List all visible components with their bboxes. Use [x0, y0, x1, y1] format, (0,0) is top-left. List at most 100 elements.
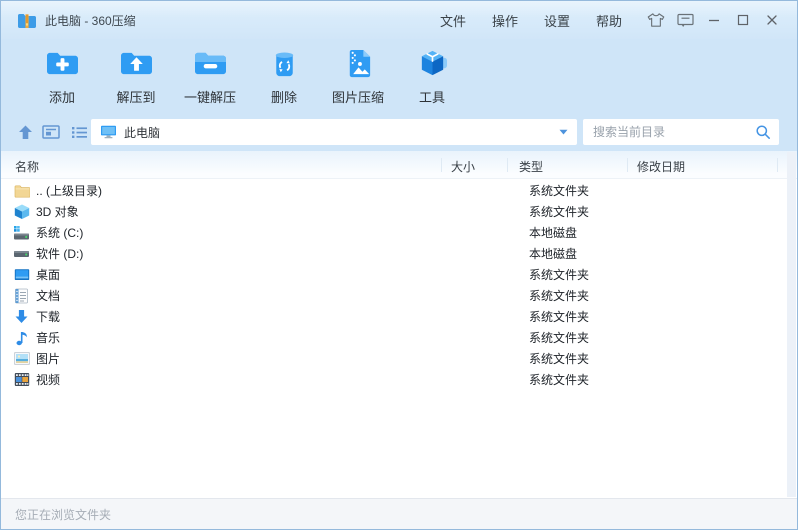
cell-type: 系统文件夹 — [529, 331, 590, 345]
table-row[interactable]: 视频 系统文件夹 — [1, 369, 785, 390]
cell-name: 系统 (C:) — [36, 226, 84, 240]
cell-type: 本地磁盘 — [529, 226, 578, 240]
cell-type: 系统文件夹 — [529, 289, 590, 303]
search-input[interactable] — [591, 124, 755, 140]
cell-type: 系统文件夹 — [529, 268, 590, 282]
search-icon — [755, 124, 771, 140]
menu-file[interactable]: 文件 — [427, 11, 479, 30]
column-separator — [507, 158, 508, 172]
cell-name: 图片 — [36, 352, 61, 366]
cell-name: 3D 对象 — [36, 205, 79, 219]
documents-icon — [13, 288, 30, 304]
extract-to-icon — [118, 47, 155, 79]
nav-list-view-button[interactable] — [67, 113, 91, 151]
cell-name: 音乐 — [36, 331, 61, 345]
cell-type: 系统文件夹 — [529, 205, 590, 219]
cell-type: 系统文件夹 — [529, 184, 590, 198]
table-row[interactable]: 3D 对象 系统文件夹 — [1, 201, 785, 222]
status-text: 您正在浏览文件夹 — [15, 507, 112, 522]
column-header-size[interactable]: 大小 — [451, 158, 475, 175]
system-drive-icon — [13, 225, 30, 241]
cell-type: 系统文件夹 — [529, 352, 590, 366]
nav-panel-view-button[interactable] — [39, 113, 63, 151]
close-button[interactable] — [763, 11, 781, 29]
app-window: 此电脑 - 360压缩 文件 操作 设置 帮助 添加 解压到 一键解压 删除 图片压缩 工具 此… — [0, 0, 798, 530]
cell-name: 桌面 — [36, 268, 61, 282]
column-separator — [777, 158, 778, 172]
toolbar: 添加 解压到 一键解压 删除 图片压缩 工具 — [1, 39, 797, 113]
chevron-down-icon — [559, 129, 568, 135]
menu-action[interactable]: 操作 — [479, 11, 531, 30]
tools-icon — [414, 47, 451, 79]
window-controls — [647, 11, 781, 29]
titlebar: 此电脑 - 360压缩 文件 操作 设置 帮助 — [1, 1, 797, 39]
cell-name: 视频 — [36, 373, 61, 387]
column-header-name[interactable]: 名称 — [15, 158, 39, 175]
toolbar-button-label: 图片压缩 — [331, 90, 384, 105]
app-icon — [17, 12, 37, 28]
address-dropdown-button[interactable] — [559, 129, 568, 135]
menubar: 文件 操作 设置 帮助 — [427, 11, 635, 30]
address-row: 此电脑 — [1, 113, 797, 151]
toolbar-tools-button[interactable]: 工具 — [395, 47, 469, 106]
downloads-icon — [13, 309, 30, 325]
folder-up-icon — [13, 183, 30, 199]
table-row[interactable]: 图片 系统文件夹 — [1, 348, 785, 369]
table-row[interactable]: 桌面 系统文件夹 — [1, 264, 785, 285]
nav-up-button[interactable] — [13, 113, 37, 151]
maximize-button[interactable] — [734, 11, 752, 29]
cell-name: 文档 — [36, 289, 61, 303]
table-row[interactable]: 下载 系统文件夹 — [1, 306, 785, 327]
local-drive-icon — [13, 246, 30, 262]
address-bar[interactable]: 此电脑 — [91, 119, 577, 145]
column-separator — [627, 158, 628, 172]
toolbar-add-button[interactable]: 添加 — [25, 47, 99, 106]
table-row[interactable]: 音乐 系统文件夹 — [1, 327, 785, 348]
file-list: .. (上级目录) 系统文件夹 3D 对象 系统文件夹 系统 (C:) 本地磁盘 软件 (D… — [1, 180, 785, 390]
column-header-date[interactable]: 修改日期 — [637, 158, 685, 175]
delete-icon — [266, 47, 303, 79]
status-bar: 您正在浏览文件夹 — [1, 498, 797, 529]
add-archive-icon — [44, 47, 81, 79]
table-row[interactable]: 软件 (D:) 本地磁盘 — [1, 243, 785, 264]
computer-icon — [100, 125, 117, 139]
toolbar-button-label: 工具 — [418, 90, 445, 105]
window-title: 此电脑 - 360压缩 — [45, 13, 136, 28]
column-separator — [441, 158, 442, 172]
toolbar-button-label: 解压到 — [116, 90, 156, 105]
pictures-icon — [13, 351, 30, 367]
cell-name: 软件 (D:) — [36, 247, 84, 261]
toolbar-button-label: 添加 — [48, 90, 75, 105]
search-box — [583, 119, 779, 145]
table-header: 名称 大小 类型 修改日期 — [1, 151, 797, 179]
feedback-button[interactable] — [676, 11, 694, 29]
skin-button[interactable] — [647, 11, 665, 29]
videos-icon — [13, 372, 30, 388]
toolbar-one-click-extract-button[interactable]: 一键解压 — [173, 47, 247, 106]
one-click-extract-icon — [192, 47, 229, 79]
toolbar-button-label: 删除 — [270, 90, 297, 105]
table-row[interactable]: 文档 系统文件夹 — [1, 285, 785, 306]
toolbar-delete-button[interactable]: 删除 — [247, 47, 321, 106]
toolbar-button-label: 一键解压 — [183, 90, 236, 105]
current-location: 此电脑 — [124, 125, 161, 140]
desktop-icon — [13, 267, 30, 283]
scrollbar-track[interactable] — [787, 152, 796, 497]
minimize-button[interactable] — [705, 11, 723, 29]
toolbar-extract-to-button[interactable]: 解压到 — [99, 47, 173, 106]
search-button[interactable] — [755, 124, 771, 140]
music-icon — [13, 330, 30, 346]
image-compress-icon — [340, 47, 377, 79]
objects-3d-icon — [13, 204, 30, 220]
menu-help[interactable]: 帮助 — [583, 11, 635, 30]
cell-type: 本地磁盘 — [529, 247, 578, 261]
menu-settings[interactable]: 设置 — [531, 11, 583, 30]
cell-name: 下载 — [36, 310, 61, 324]
cell-name: .. (上级目录) — [36, 184, 102, 198]
cell-type: 系统文件夹 — [529, 373, 590, 387]
table-row[interactable]: .. (上级目录) 系统文件夹 — [1, 180, 785, 201]
column-header-type[interactable]: 类型 — [519, 158, 543, 175]
cell-type: 系统文件夹 — [529, 310, 590, 324]
table-row[interactable]: 系统 (C:) 本地磁盘 — [1, 222, 785, 243]
toolbar-image-compress-button[interactable]: 图片压缩 — [321, 47, 395, 106]
